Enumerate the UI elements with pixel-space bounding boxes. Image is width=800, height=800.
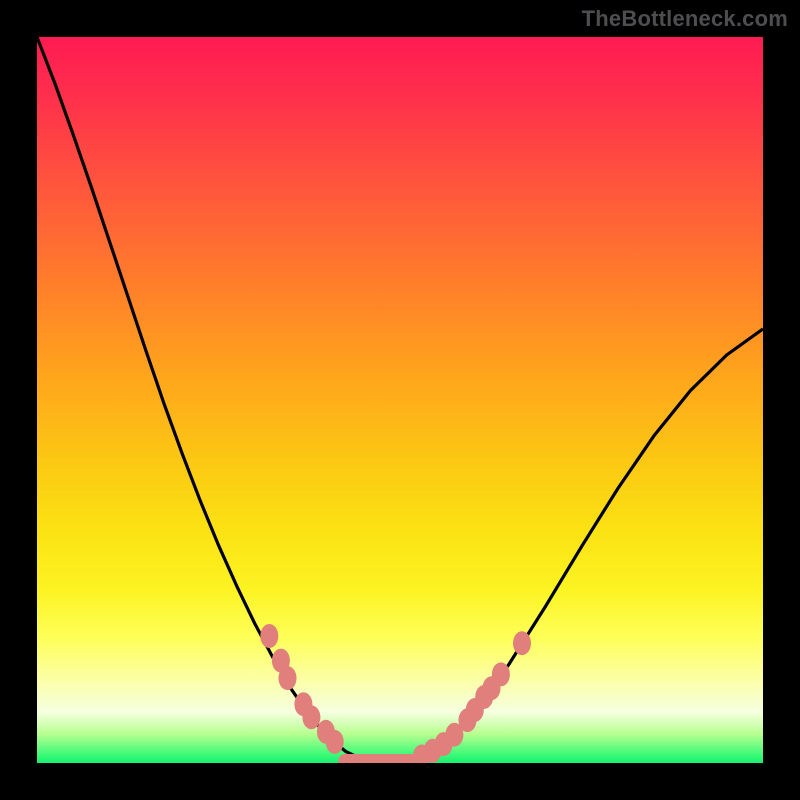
- chart-root: TheBottleneck.com: [0, 0, 800, 800]
- gradient-background: [37, 37, 763, 763]
- watermark-text: TheBottleneck.com: [582, 6, 788, 32]
